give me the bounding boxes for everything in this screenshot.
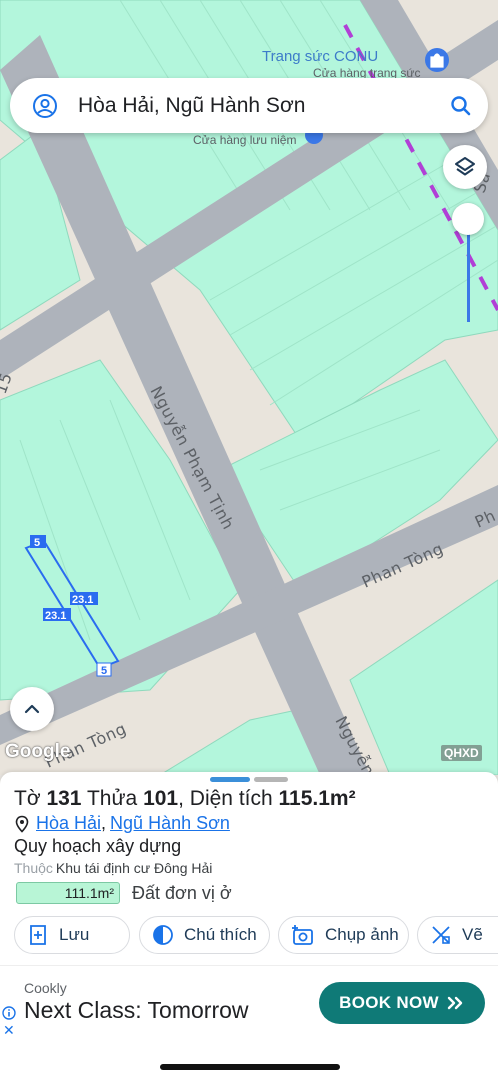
contrast-icon: [153, 925, 173, 945]
location-pin-icon: [15, 815, 29, 833]
draw-tools-icon: [432, 926, 450, 944]
save-button[interactable]: Lưu: [14, 916, 130, 954]
save-icon: [30, 925, 46, 945]
ad-info-icon[interactable]: [2, 1006, 16, 1020]
ad-book-now-button[interactable]: BOOK NOW: [319, 982, 485, 1024]
dimension-label-right: 23.1: [72, 594, 93, 606]
account-icon[interactable]: [32, 93, 58, 119]
sheet-handle-inactive[interactable]: [254, 777, 288, 782]
sheet-handle-active[interactable]: [210, 777, 250, 782]
draw-button[interactable]: Vẽ: [417, 916, 498, 954]
home-area: [0, 1040, 498, 1080]
ward-link[interactable]: Hòa Hải: [36, 813, 101, 834]
parcel-info-sheet[interactable]: Tờ 131 Thửa 101, Diện tích 115.1m² Hòa H…: [0, 772, 498, 967]
ad-close-icon[interactable]: ✕: [3, 1022, 15, 1039]
poi-jewelry-name[interactable]: Trang sức CONU: [262, 48, 378, 65]
ad-headline[interactable]: Next Class: Tomorrow: [24, 997, 249, 1024]
belongs-line: Thuộc Khu tái định cư Đông Hải: [14, 860, 212, 876]
ad-cta-label: BOOK NOW: [339, 993, 439, 1012]
layers-icon: [455, 157, 475, 176]
draw-label: Vẽ: [462, 925, 483, 944]
expand-up-button[interactable]: [10, 687, 54, 731]
land-type-label: Đất đơn vị ở: [132, 882, 232, 903]
camera-add-icon: [292, 925, 313, 945]
layer-tag: QHXD: [441, 745, 482, 761]
legend-label: Chú thích: [184, 925, 257, 944]
double-chevron-right-icon: [447, 996, 463, 1010]
poi-souvenir-category: Cửa hàng lưu niệm: [193, 133, 296, 147]
chevron-up-icon: [24, 704, 40, 714]
dimension-label-bottom: 5: [101, 665, 107, 677]
parcel-number: 101: [143, 787, 179, 810]
search-bar[interactable]: Hòa Hải, Ngũ Hành Sơn: [10, 78, 488, 133]
layers-button[interactable]: [443, 145, 487, 189]
save-label: Lưu: [59, 925, 90, 944]
dimension-label-top: 5: [34, 537, 40, 549]
ad-banner[interactable]: ✕ Cookly Next Class: Tomorrow BOOK NOW: [0, 965, 498, 1040]
dimension-label-left: 23.1: [45, 610, 66, 622]
app-screen: 5 23.1 23.1 5 Nguyễn Phạm Tịnh Phan Tòng…: [0, 0, 498, 1080]
sheet-label: Tờ: [14, 787, 41, 810]
district-link[interactable]: Ngũ Hành Sơn: [110, 813, 230, 834]
location-line: Hòa Hải, Ngũ Hành Sơn: [14, 813, 230, 834]
photo-button[interactable]: Chụp ảnh: [278, 916, 409, 954]
search-query[interactable]: Hòa Hải, Ngũ Hành Sơn: [78, 94, 448, 118]
belongs-value: Khu tái định cư Đông Hải: [55, 860, 213, 876]
sheet-number: 131: [46, 787, 82, 810]
plan-title: Quy hoạch xây dựng: [14, 836, 182, 856]
poi-jewelry-icon[interactable]: [425, 48, 449, 72]
land-area-chip: 111.1m²: [16, 882, 120, 904]
location-separator: ,: [101, 813, 107, 833]
land-use-row: 111.1m² Đất đơn vị ở: [16, 882, 232, 904]
parcel-title: Tờ 131 Thửa 101, Diện tích 115.1m²: [14, 787, 356, 810]
area-value: 115.1m²: [278, 787, 356, 810]
legend-button[interactable]: Chú thích: [139, 916, 270, 954]
google-logo: Google: [5, 741, 71, 762]
photo-label: Chụp ảnh: [325, 925, 399, 944]
home-indicator[interactable]: [160, 1064, 340, 1070]
area-label: Diện tích: [189, 787, 273, 810]
opacity-slider-track[interactable]: [467, 220, 470, 322]
search-icon[interactable]: [448, 93, 474, 119]
opacity-slider-knob[interactable]: [452, 203, 484, 235]
belongs-label: Thuộc: [14, 860, 53, 876]
ad-brand: Cookly: [24, 980, 67, 996]
parcel-label: Thửa: [86, 787, 138, 810]
